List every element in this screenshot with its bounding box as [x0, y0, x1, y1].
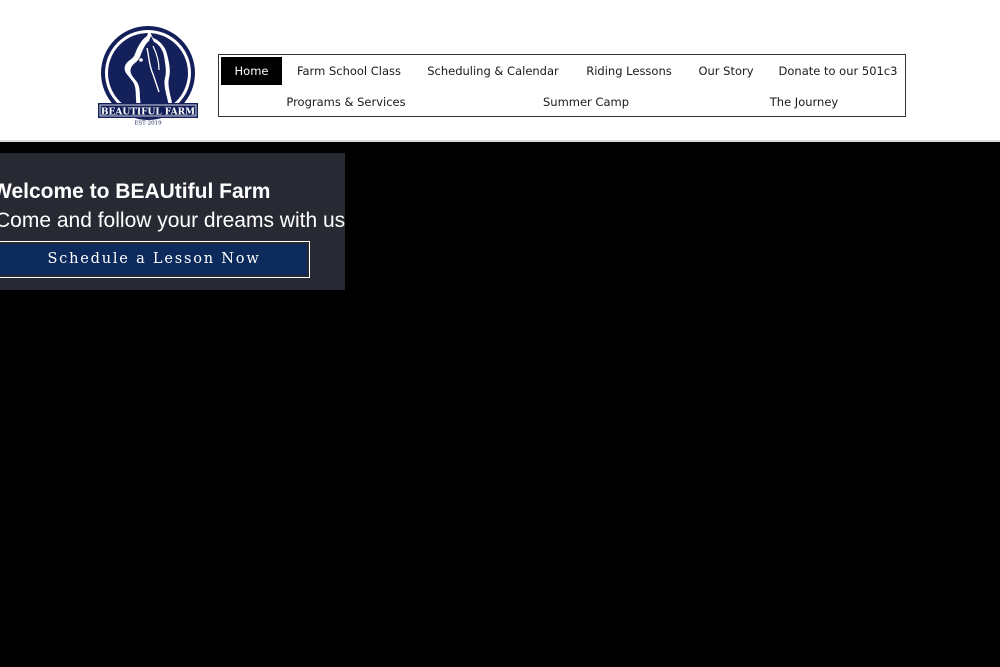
site-header: BEAUTIFUL FARM EST 2019 Home Farm School…	[0, 0, 1000, 142]
logo-name: BEAUTIFUL FARM	[101, 108, 195, 118]
horse-head-icon: BEAUTIFUL FARM EST 2019	[98, 26, 198, 127]
nav-the-journey[interactable]: The Journey	[749, 88, 859, 116]
nav-riding-lessons[interactable]: Riding Lessons	[579, 57, 679, 85]
hero-subtitle: Come and follow your dreams with us	[0, 209, 345, 232]
nav-donate-501c3[interactable]: Donate to our 501c3	[775, 57, 901, 85]
logo-established: EST 2019	[134, 121, 162, 127]
main-nav: Home Farm School Class Scheduling & Cale…	[218, 54, 906, 117]
site-logo[interactable]: BEAUTIFUL FARM EST 2019	[97, 26, 199, 128]
nav-scheduling-calendar[interactable]: Scheduling & Calendar	[422, 57, 564, 85]
hero-text-box: Welcome to BEAUtiful Farm Come and follo…	[0, 153, 345, 290]
nav-farm-school-class[interactable]: Farm School Class	[291, 57, 407, 85]
schedule-lesson-button[interactable]: Schedule a Lesson Now	[0, 241, 310, 278]
nav-summer-camp[interactable]: Summer Camp	[529, 88, 643, 116]
schedule-lesson-label: Schedule a Lesson Now	[0, 244, 307, 275]
hero-title: Welcome to BEAUtiful Farm	[0, 180, 271, 203]
nav-programs-services[interactable]: Programs & Services	[271, 88, 421, 116]
nav-home[interactable]: Home	[221, 57, 282, 85]
nav-our-story[interactable]: Our Story	[693, 57, 759, 85]
